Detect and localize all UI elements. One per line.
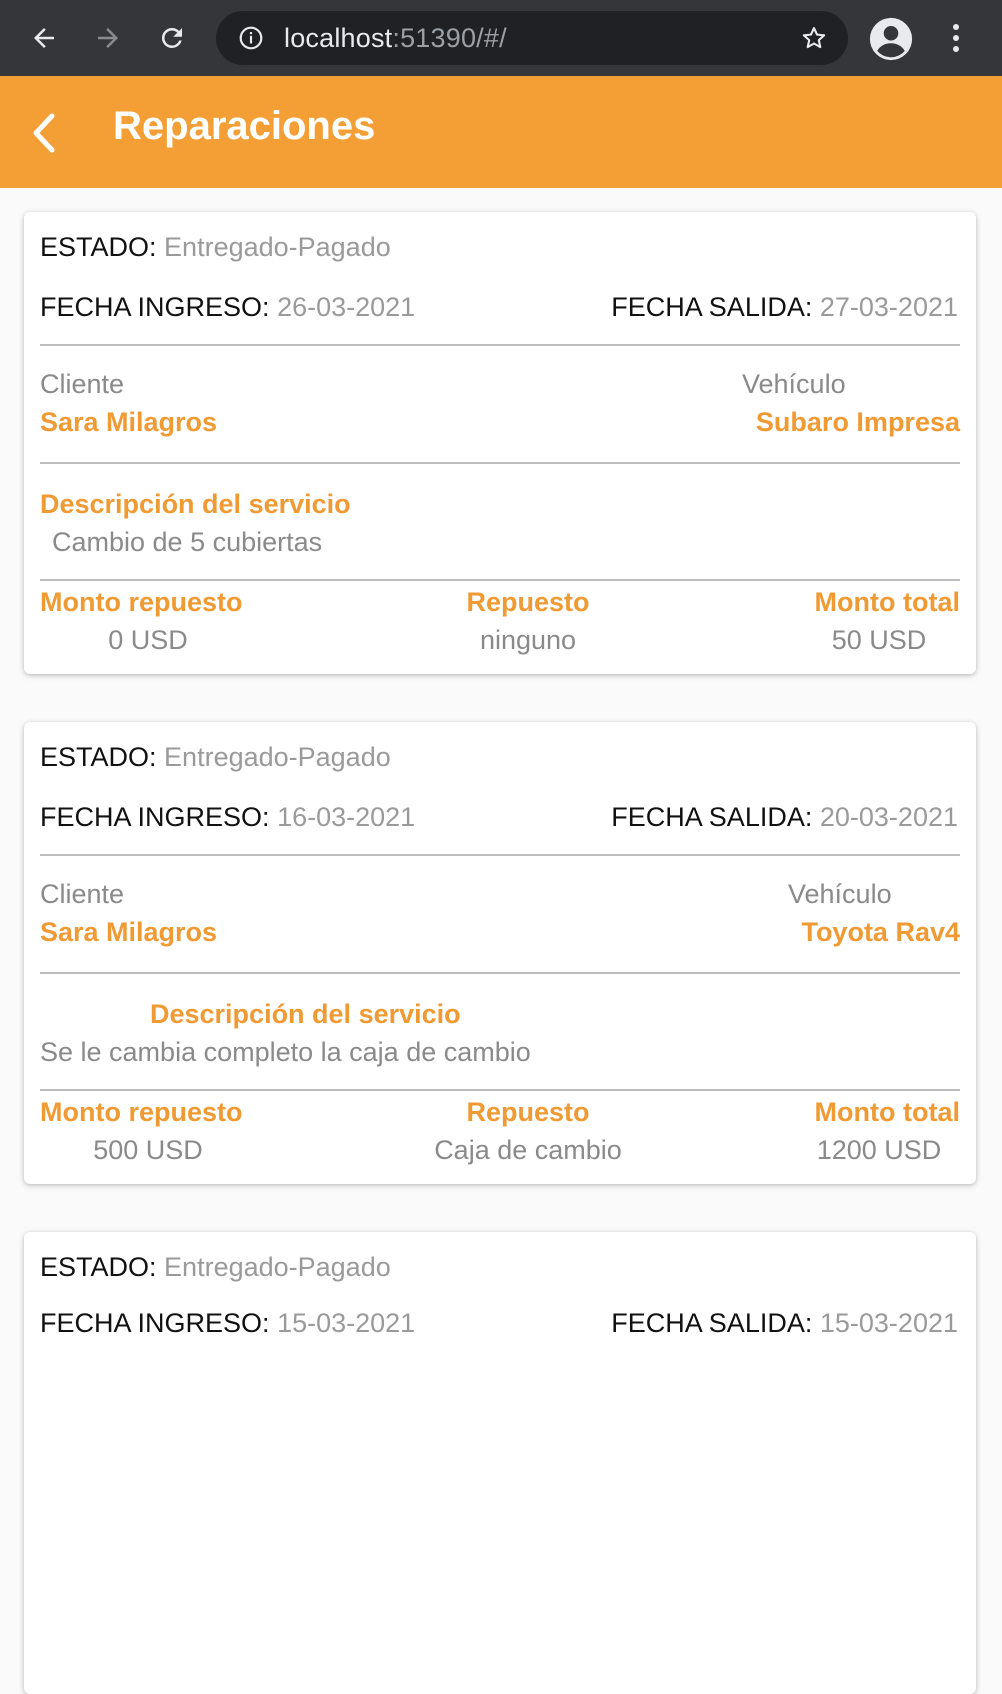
url-text: localhost:51390/#/ (284, 23, 507, 54)
back-arrow-icon[interactable] (24, 18, 64, 58)
descripcion-value: Se le cambia completo la caja de cambio (40, 1037, 531, 1067)
monto-repuesto-label: Monto repuesto (40, 587, 243, 617)
divider (40, 462, 960, 464)
fecha-salida-label: FECHA SALIDA: (611, 292, 813, 322)
fecha-ingreso-value: 26-03-2021 (277, 292, 416, 322)
estado-row: ESTADO: Entregado-Pagado (40, 232, 391, 263)
descripcion-label: Descripción del servicio (40, 489, 351, 519)
repuesto-value: Caja de cambio (434, 1135, 622, 1165)
back-chevron-icon[interactable] (28, 112, 58, 159)
monto-repuesto-value: 0 USD (108, 625, 188, 655)
fecha-salida-label: FECHA SALIDA: (611, 802, 813, 832)
estado-label: ESTADO: (40, 232, 157, 262)
url-host: localhost (284, 23, 393, 53)
fecha-salida-row: FECHA SALIDA: 15-03-2021 (611, 1308, 958, 1339)
estado-row: ESTADO: Entregado-Pagado (40, 1252, 391, 1283)
monto-total-value: 1200 USD (816, 1135, 942, 1165)
repair-card[interactable]: ESTADO: Entregado-Pagado FECHA INGRESO: … (24, 722, 976, 1184)
vehiculo-value: Subaro Impresa (755, 407, 960, 437)
fecha-salida-value: 20-03-2021 (819, 802, 958, 832)
browser-toolbar: localhost:51390/#/ (0, 0, 1002, 76)
url-path: :51390/#/ (392, 23, 507, 53)
cliente-label: Cliente (40, 369, 125, 399)
vehiculo-label: Vehículo (788, 879, 892, 909)
divider (40, 579, 960, 581)
vehiculo-value: Toyota Rav4 (801, 917, 960, 947)
forward-arrow-icon[interactable] (88, 18, 128, 58)
estado-label: ESTADO: (40, 1252, 157, 1282)
repair-card[interactable]: ESTADO: Entregado-Pagado FECHA INGRESO: … (24, 1232, 976, 1694)
descripcion-value: Cambio de 5 cubiertas (52, 527, 323, 557)
vehiculo-label: Vehículo (742, 369, 846, 399)
divider (40, 972, 960, 974)
profile-avatar-icon[interactable] (868, 16, 914, 67)
fecha-ingreso-value: 16-03-2021 (277, 802, 416, 832)
fecha-ingreso-label: FECHA INGRESO: (40, 802, 270, 832)
monto-repuesto-label: Monto repuesto (40, 1097, 243, 1127)
page-title: Reparaciones (113, 104, 376, 148)
info-icon[interactable] (238, 25, 264, 56)
estado-label: ESTADO: (40, 742, 157, 772)
estado-value: Entregado-Pagado (164, 742, 391, 772)
cliente-label: Cliente (40, 879, 125, 909)
bookmark-star-icon[interactable] (800, 24, 828, 57)
divider (40, 1089, 960, 1091)
repuesto-value: ninguno (479, 625, 577, 655)
divider (40, 344, 960, 346)
fecha-ingreso-row: FECHA INGRESO: 16-03-2021 (40, 802, 415, 833)
repair-card[interactable]: ESTADO: Entregado-Pagado FECHA INGRESO: … (24, 212, 976, 674)
monto-total-label: Monto total (814, 1097, 960, 1127)
cliente-value: Sara Milagros (40, 407, 218, 437)
monto-repuesto-value: 500 USD (93, 1135, 203, 1165)
cliente-value: Sara Milagros (40, 917, 218, 947)
monto-total-value: 50 USD (831, 625, 927, 655)
more-menu-icon[interactable] (944, 22, 968, 59)
estado-row: ESTADO: Entregado-Pagado (40, 742, 391, 773)
repuesto-label: Repuesto (466, 587, 590, 617)
fecha-ingreso-label: FECHA INGRESO: (40, 292, 270, 322)
monto-total-label: Monto total (814, 587, 960, 617)
estado-value: Entregado-Pagado (164, 1252, 391, 1282)
fecha-salida-row: FECHA SALIDA: 27-03-2021 (611, 292, 958, 323)
fecha-salida-value: 27-03-2021 (819, 292, 958, 322)
fecha-ingreso-row: FECHA INGRESO: 15-03-2021 (40, 1308, 415, 1339)
repuesto-label: Repuesto (466, 1097, 590, 1127)
descripcion-label: Descripción del servicio (150, 999, 461, 1029)
app-bar: Reparaciones (0, 76, 1002, 188)
divider (40, 854, 960, 856)
fecha-ingreso-row: FECHA INGRESO: 26-03-2021 (40, 292, 415, 323)
estado-value: Entregado-Pagado (164, 232, 391, 262)
address-bar[interactable]: localhost:51390/#/ (216, 11, 848, 65)
reload-icon[interactable] (152, 18, 192, 58)
fecha-salida-row: FECHA SALIDA: 20-03-2021 (611, 802, 958, 833)
